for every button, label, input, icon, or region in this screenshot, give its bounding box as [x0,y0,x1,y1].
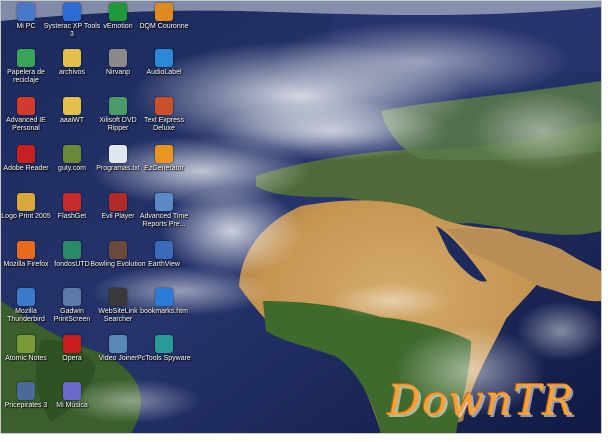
desktop-shortcut-label: Mi Música [56,402,88,409]
globe-icon [155,241,173,259]
print-icon [17,193,35,211]
folder-icon [63,49,81,67]
document-icon [63,145,81,163]
desktop-shortcut[interactable]: Text Express Deluxe [135,97,193,133]
desktop-shortcut-label: AudioLabel [146,69,182,76]
desktop-shortcut-label: PcTools Spyware [137,355,191,362]
generator-icon [155,145,173,163]
desktop-shortcut[interactable]: PcTools Spyware [135,335,193,363]
desktop-shortcut[interactable]: bookmarks.htm [135,288,193,316]
audio-icon [155,49,173,67]
bowling-icon [109,241,127,259]
text-file-icon [109,145,127,163]
ie-file-icon [155,288,173,306]
shield-icon [17,97,35,115]
crown-icon [155,3,173,21]
mail-icon [17,288,35,306]
desktop-shortcut-label: DQM Couronne [139,23,189,30]
desktop-shortcut[interactable]: Advanced Time Reports Pre... [135,193,193,229]
desktop-shortcut[interactable]: EzGenerator [135,145,193,173]
scan-icon [155,335,173,353]
video-icon [109,335,127,353]
desktop-shortcut-label: EzGenerator [144,165,184,172]
desktop-shortcut[interactable]: EarthView [135,241,193,269]
pirate-icon [17,382,35,400]
desktop-shortcut-label: EarthView [148,261,180,268]
desktop-shortcut-label: Advanced Time Reports Pre... [139,213,189,228]
opera-icon [63,335,81,353]
firefox-icon [17,241,35,259]
desktop-shortcut-label: bookmarks.htm [140,308,188,315]
text-icon [155,97,173,115]
computer-icon [17,3,35,21]
desktop: Mi PC Systerac XP Tools 3 vEmotion DQM Cour… [0,0,602,434]
desktop-shortcut[interactable]: DQM Couronne [135,3,193,31]
folder-icon [63,97,81,115]
downtr-watermark: DownTR [387,376,575,425]
tools-icon [63,3,81,21]
clock-icon [155,193,173,211]
pdf-icon [17,145,35,163]
recycle-bin-icon [17,49,35,67]
music-icon [63,382,81,400]
disc-icon [109,49,127,67]
brazil-flag-icon [109,3,127,21]
player-icon [109,193,127,211]
desktop-shortcut-label: Text Express Deluxe [143,117,185,132]
download-icon [63,193,81,211]
desktop-shortcut[interactable]: AudioLabel [135,49,193,77]
desktop-shortcut[interactable]: Mi Música [43,382,101,410]
dvd-icon [109,97,127,115]
web-icon [109,288,127,306]
notes-icon [17,335,35,353]
camera-icon [63,288,81,306]
photo-icon [63,241,81,259]
